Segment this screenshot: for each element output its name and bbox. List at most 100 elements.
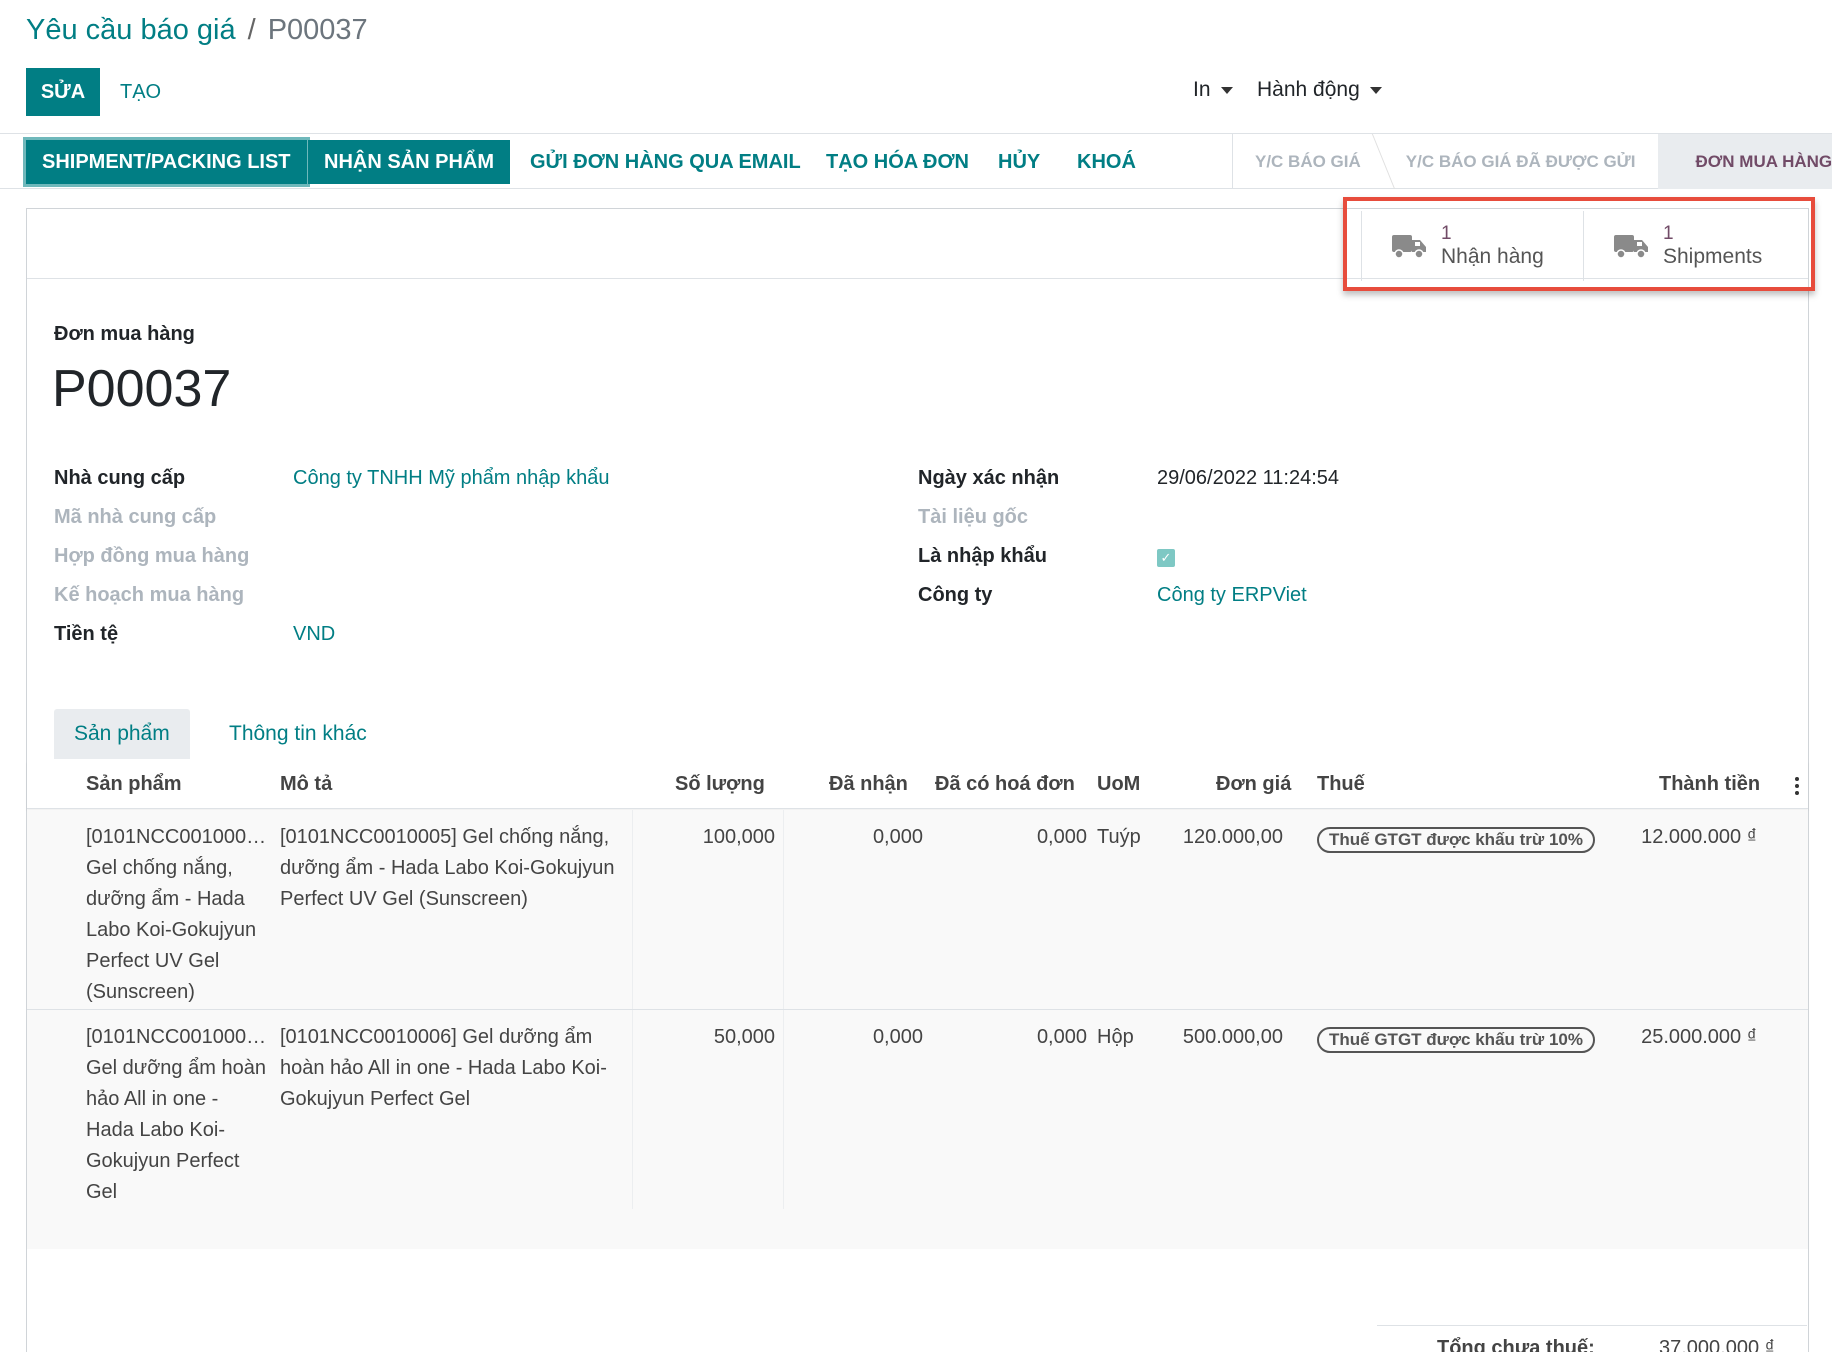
edit-button[interactable]: SỬA [26,68,100,116]
unit-price-cell: 120.000,00 [1182,826,1283,848]
uom-cell: Tuýp [1097,826,1141,848]
column-header-quantity[interactable]: Số lượng [675,773,765,796]
is-import-checkbox[interactable]: ✓ [1157,549,1175,567]
product-line: Gel chống nắng, [86,857,233,879]
create-button[interactable]: TẠO [120,68,161,116]
description-line: Gokujyun Perfect Gel [280,1088,471,1110]
product-line: (Sunscreen) [86,981,195,1003]
lock-button[interactable]: KHOÁ [1061,140,1152,184]
company-link[interactable]: Công ty ERPViet [1157,584,1307,607]
cancel-button[interactable]: HỦY [982,140,1056,184]
product-line: hảo All in one - [86,1088,219,1110]
received-cell: 0,000 [872,1026,923,1048]
product-line: Gel [86,1181,118,1203]
quantity-cell: 100,000 [702,826,775,848]
vendor-label: Nhà cung cấp [54,467,186,489]
optional-columns-kebab-icon[interactable] [1795,777,1799,798]
statusbar: SHIPMENT/PACKING LIST NHẬN SẢN PHẨM GỬI … [0,133,1832,189]
column-divider [783,1010,784,1209]
product-line: Perfect UV Gel [86,950,220,972]
column-divider [783,810,784,1009]
send-po-email-button[interactable]: GỬI ĐƠN HÀNG QUA EMAIL [514,140,817,184]
column-header-invoiced[interactable]: Đã có hoá đơn [935,773,1075,796]
annotation-highlight-box [1343,197,1815,291]
description-line: hoàn hảo All in one - Hada Labo Koi- [280,1057,607,1079]
invoiced-cell: 0,000 [1036,826,1087,848]
product-line: [0101NCC001000… [86,1026,267,1048]
table-row[interactable]: [0101NCC001000… Gel dưỡng ẩm hoàn hảo Al… [27,1010,1808,1209]
description-line: [0101NCC0010005] Gel chống nắng, [280,826,610,848]
column-header-description[interactable]: Mô tả [280,773,332,796]
description-cell: [0101NCC0010005] Gel chống nắng, dưỡng ẩ… [280,822,640,915]
column-header-uom[interactable]: UoM [1097,773,1140,796]
untaxed-total-label: Tổng chưa thuế: [1437,1337,1595,1352]
column-header-product[interactable]: Sản phẩm [86,773,182,796]
currency-link[interactable]: VND [293,623,335,646]
breadcrumb: Yêu cầu báo giá / P00037 [26,14,368,47]
stage-rfq-sent[interactable]: Y/C BÁO GIÁ ĐÃ ĐƯỢC GỬI [1384,134,1658,189]
column-header-received[interactable]: Đã nhận [829,773,908,796]
action-dropdown[interactable]: Hành động [1257,78,1382,102]
shipment-packing-list-button[interactable]: SHIPMENT/PACKING LIST [26,140,307,184]
company-label: Công ty [918,584,993,606]
received-cell: 0,000 [872,826,923,848]
purchase-contract-label: Hợp đồng mua hàng [54,545,250,567]
totals-divider [1377,1325,1807,1326]
product-line: Labo Koi-Gokujyun [86,919,257,941]
tax-badge: Thuế GTGT được khấu trừ 10% [1317,827,1595,853]
column-header-taxes[interactable]: Thuế [1317,773,1365,796]
smart-button-box: 1 Nhận hàng 1 Shipments [27,197,1815,291]
stage-purchase-order: ĐƠN MUA HÀNG [1657,134,1832,189]
invoiced-cell: 0,000 [1036,1026,1087,1048]
caret-down-icon [1220,86,1233,94]
column-header-subtotal[interactable]: Thành tiền [1659,773,1760,796]
subtotal-cell: 25.000.000 ₫ [1641,1026,1757,1048]
order-lines-header: Sản phẩm Mô tả Số lượng Đã nhận Đã có ho… [27,761,1808,809]
unit-price-cell: 500.000,00 [1182,1026,1283,1048]
document-name: P00037 [52,360,232,418]
description-cell: [0101NCC0010006] Gel dưỡng ẩm hoàn hảo A… [280,1022,640,1115]
checkmark-icon: ✓ [1160,550,1172,565]
document-type-label: Đơn mua hàng [54,323,195,345]
confirm-date-label: Ngày xác nhận [918,467,1060,489]
vendor-link[interactable]: Công ty TNHH Mỹ phẩm nhập khẩu [293,467,609,490]
column-header-unit-price[interactable]: Đơn giá [1216,773,1291,796]
description-line: [0101NCC0010006] Gel dưỡng ẩm [280,1026,593,1048]
uom-cell: Hộp [1097,1026,1134,1048]
product-line: Gokujyun Perfect [86,1150,240,1172]
untaxed-total-value: 37.000.000 ₫ [1659,1337,1775,1352]
quantity-cell: 50,000 [713,1026,775,1048]
caret-down-icon [1369,86,1382,94]
table-row[interactable]: [0101NCC001000… Gel chống nắng, dưỡng ẩm… [27,810,1808,1009]
stage-rfq[interactable]: Y/C BÁO GIÁ [1233,134,1383,189]
receive-products-button[interactable]: NHẬN SẢN PHẨM [308,140,510,184]
print-dropdown[interactable]: In [1193,78,1233,102]
stage-pipeline: Y/C BÁO GIÁ Y/C BÁO GIÁ ĐÃ ĐƯỢC GỬI ĐƠN … [1232,134,1832,189]
purchase-plan-label: Kế hoạch mua hàng [54,584,245,606]
tax-badge: Thuế GTGT được khấu trừ 10% [1317,1027,1595,1053]
product-cell: [0101NCC001000… Gel chống nắng, dưỡng ẩm… [86,822,271,1008]
product-line: dưỡng ẩm - Hada [86,888,245,910]
product-line: Hada Labo Koi- [86,1119,225,1141]
print-label: In [1193,78,1211,101]
tab-other-info[interactable]: Thông tin khác [209,709,387,759]
source-document-label: Tài liệu gốc [918,506,1029,528]
description-line: dưỡng ẩm - Hada Labo Koi-Gokujyun [280,857,615,879]
empty-table-row [27,1209,1808,1249]
confirm-date-value: 29/06/2022 11:24:54 [1157,467,1340,489]
breadcrumb-parent-link[interactable]: Yêu cầu báo giá [26,14,236,47]
form-sheet: 1 Nhận hàng 1 Shipments Đơn mua hàng P00… [26,197,1815,1352]
tab-products[interactable]: Sản phẩm [54,709,190,759]
currency-label: Tiền tệ [54,623,119,645]
breadcrumb-separator: / [247,14,256,46]
product-line: Gel dưỡng ẩm hoàn [86,1057,266,1079]
is-import-label: Là nhập khẩu [918,545,1047,567]
vendor-code-label: Mã nhà cung cấp [54,506,217,528]
product-line: [0101NCC001000… [86,826,267,848]
breadcrumb-current: P00037 [267,14,368,46]
action-label: Hành động [1257,78,1360,101]
subtotal-cell: 12.000.000 ₫ [1641,826,1757,848]
create-invoice-button[interactable]: TẠO HÓA ĐƠN [810,140,985,184]
description-line: Perfect UV Gel (Sunscreen) [280,888,528,910]
product-cell: [0101NCC001000… Gel dưỡng ẩm hoàn hảo Al… [86,1022,271,1208]
